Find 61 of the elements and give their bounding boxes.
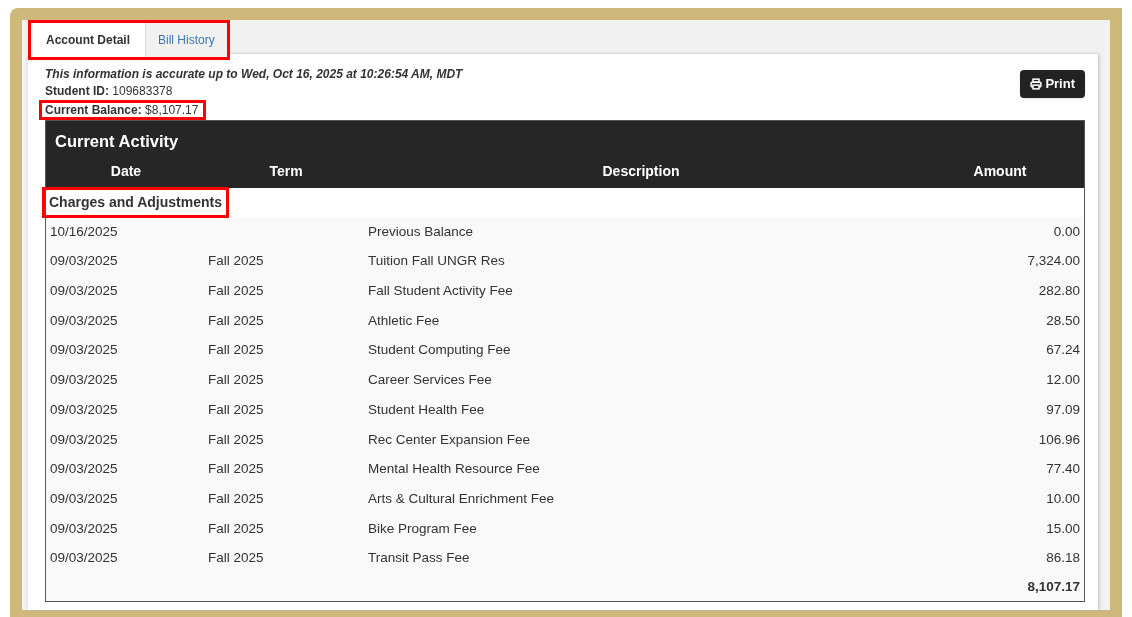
table-cell-text: Fall 2025 xyxy=(208,519,265,538)
table-cell-text: Fall 2025 xyxy=(208,252,265,271)
table-cell-text: Fall 2025 xyxy=(208,430,265,449)
table-cell-text: 09/03/2025 xyxy=(50,371,119,390)
table-cell-text: Student Computing Fee xyxy=(368,341,512,360)
column-header: Description xyxy=(601,162,681,181)
table-cell-text: Fall 2025 xyxy=(208,311,265,330)
table-cell-text: 0.00 xyxy=(1052,222,1080,241)
table-cell-text: 09/03/2025 xyxy=(50,252,119,271)
printer-icon xyxy=(1030,78,1043,90)
student-id-text: Student ID: 109683378 xyxy=(45,83,174,100)
tab[interactable]: Bill History xyxy=(145,23,227,57)
table-title: Current Activity xyxy=(54,131,180,152)
table-cell-text: Fall 2025 xyxy=(208,371,265,390)
table-cell-text: 09/03/2025 xyxy=(50,282,119,301)
table-cell-text: 67.24 xyxy=(1045,341,1080,360)
table-cell-text: 09/03/2025 xyxy=(50,549,119,568)
table-cell-text: 09/03/2025 xyxy=(50,460,119,479)
table-cell-text: 09/03/2025 xyxy=(50,489,119,508)
table-cell-text: 77.40 xyxy=(1045,460,1080,479)
table-cell-text: Fall 2025 xyxy=(208,460,265,479)
table-cell-text: 09/03/2025 xyxy=(50,341,119,360)
table-cell-text: 09/03/2025 xyxy=(50,519,119,538)
table-cell-text: 12.00 xyxy=(1045,371,1080,390)
table-cell-text: Career Services Fee xyxy=(368,371,493,390)
table-cell-text: Arts & Cultural Enrichment Fee xyxy=(368,489,556,508)
table-cell-text: Transit Pass Fee xyxy=(368,549,471,568)
table-cell-text: 106.96 xyxy=(1037,430,1080,449)
section-heading: Charges and Adjustments xyxy=(49,193,222,212)
accuracy-note: This information is accurate up to Wed, Oct 16, 2025 at 10:26:54 AM, MDT xyxy=(45,66,463,83)
table-cell-text: Tuition Fall UNGR Res xyxy=(368,252,506,271)
tab[interactable]: Account Detail xyxy=(31,23,145,57)
table-cell-text: 28.50 xyxy=(1045,311,1080,330)
table-cell-text: Fall 2025 xyxy=(208,341,265,360)
table-cell-text: 09/03/2025 xyxy=(50,311,119,330)
table-cell-text: Bike Program Fee xyxy=(368,519,478,538)
table-cell-text: Fall 2025 xyxy=(208,282,265,301)
table-cell-text: Athletic Fee xyxy=(368,311,441,330)
table-cell-text: Fall 2025 xyxy=(208,400,265,419)
table-cell-text: 282.80 xyxy=(1037,282,1080,301)
print-button[interactable]: Print xyxy=(1020,70,1085,98)
table-cell-text: Mental Health Resource Fee xyxy=(368,460,541,479)
table-cell-text: Fall 2025 xyxy=(208,549,265,568)
column-header: Term xyxy=(268,162,304,181)
table-cell-text: Fall Student Activity Fee xyxy=(368,282,514,301)
table-cell-text: Fall 2025 xyxy=(208,489,265,508)
table-cell-text: 97.09 xyxy=(1045,400,1080,419)
table-cell-text: 09/03/2025 xyxy=(50,400,119,419)
table-cell-text: 10/16/2025 xyxy=(50,222,119,241)
table-cell-text: 7,324.00 xyxy=(1026,252,1080,271)
table-cell-text: Previous Balance xyxy=(368,222,475,241)
table-cell-text: 86.18 xyxy=(1045,549,1080,568)
table-cell-text: Rec Center Expansion Fee xyxy=(368,430,532,449)
table-cell-text: 09/03/2025 xyxy=(50,430,119,449)
current-balance-text: Current Balance: $8,107.17 xyxy=(45,103,199,117)
table-cell-text: 10.00 xyxy=(1045,489,1080,508)
column-header: Amount xyxy=(972,162,1028,181)
total-amount: 8,107.17 xyxy=(1027,578,1080,597)
table-cell-text: Student Health Fee xyxy=(368,400,486,419)
table-cell-text: 15.00 xyxy=(1045,519,1080,538)
column-header: Date xyxy=(109,162,143,181)
